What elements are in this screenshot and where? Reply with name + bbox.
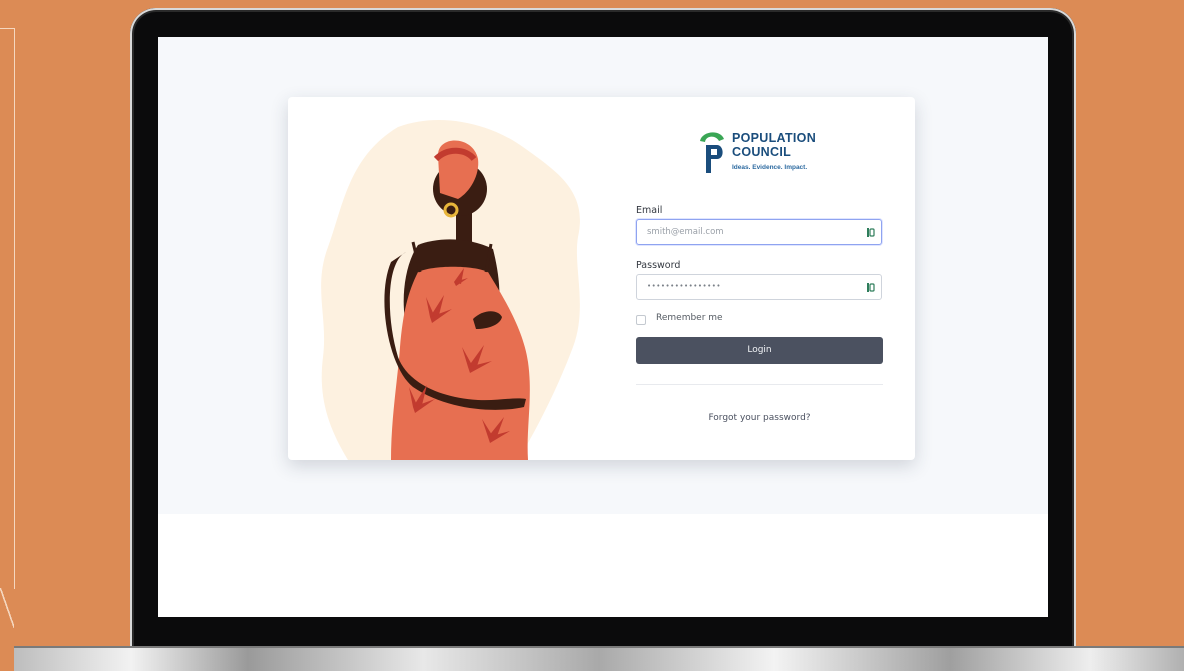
decorative-frame-diagonal <box>0 588 14 628</box>
email-field[interactable]: smith@email.com <box>636 219 882 245</box>
email-placeholder: smith@email.com <box>647 227 724 237</box>
remember-me-checkbox[interactable] <box>636 315 646 325</box>
logo-tagline: Ideas. Evidence. Impact. <box>732 164 808 171</box>
password-value: •••••••••••••••• <box>647 282 722 290</box>
password-manager-icon[interactable] <box>867 227 875 238</box>
laptop-screen: POPULATION COUNCIL Ideas. Evidence. Impa… <box>158 37 1048 617</box>
login-card: POPULATION COUNCIL Ideas. Evidence. Impa… <box>288 97 915 460</box>
decorative-frame-line <box>0 28 15 589</box>
login-page: POPULATION COUNCIL Ideas. Evidence. Impa… <box>158 37 1048 514</box>
email-label: Email <box>636 205 663 216</box>
pregnant-woman-illustration <box>321 119 580 460</box>
laptop-base <box>14 646 1184 671</box>
logo-text-line1: POPULATION <box>732 131 817 145</box>
divider <box>636 384 883 385</box>
login-form: POPULATION COUNCIL Ideas. Evidence. Impa… <box>636 97 884 460</box>
population-council-logo-mark-icon <box>700 132 724 173</box>
password-field[interactable]: •••••••••••••••• <box>636 274 882 300</box>
forgot-password-link[interactable]: Forgot your password? <box>636 413 883 423</box>
population-council-logo: POPULATION COUNCIL Ideas. Evidence. Impa… <box>698 129 828 179</box>
login-button[interactable]: Login <box>636 337 883 364</box>
password-manager-icon[interactable] <box>867 282 875 293</box>
remember-me-label[interactable]: Remember me <box>656 313 723 323</box>
password-label: Password <box>636 260 681 271</box>
logo-text-line2: COUNCIL <box>732 145 792 159</box>
